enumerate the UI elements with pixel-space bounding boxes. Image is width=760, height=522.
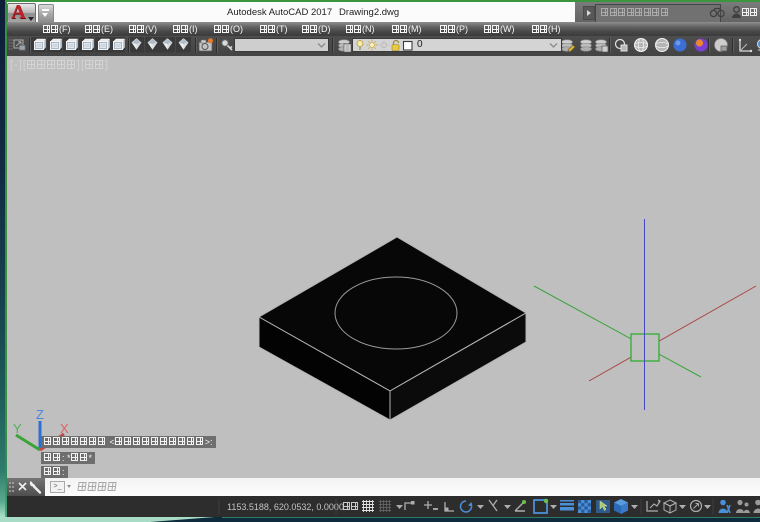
svg-text:X: X: [60, 421, 69, 436]
svg-text:Y: Y: [13, 421, 22, 436]
svg-text:Z: Z: [36, 407, 44, 422]
